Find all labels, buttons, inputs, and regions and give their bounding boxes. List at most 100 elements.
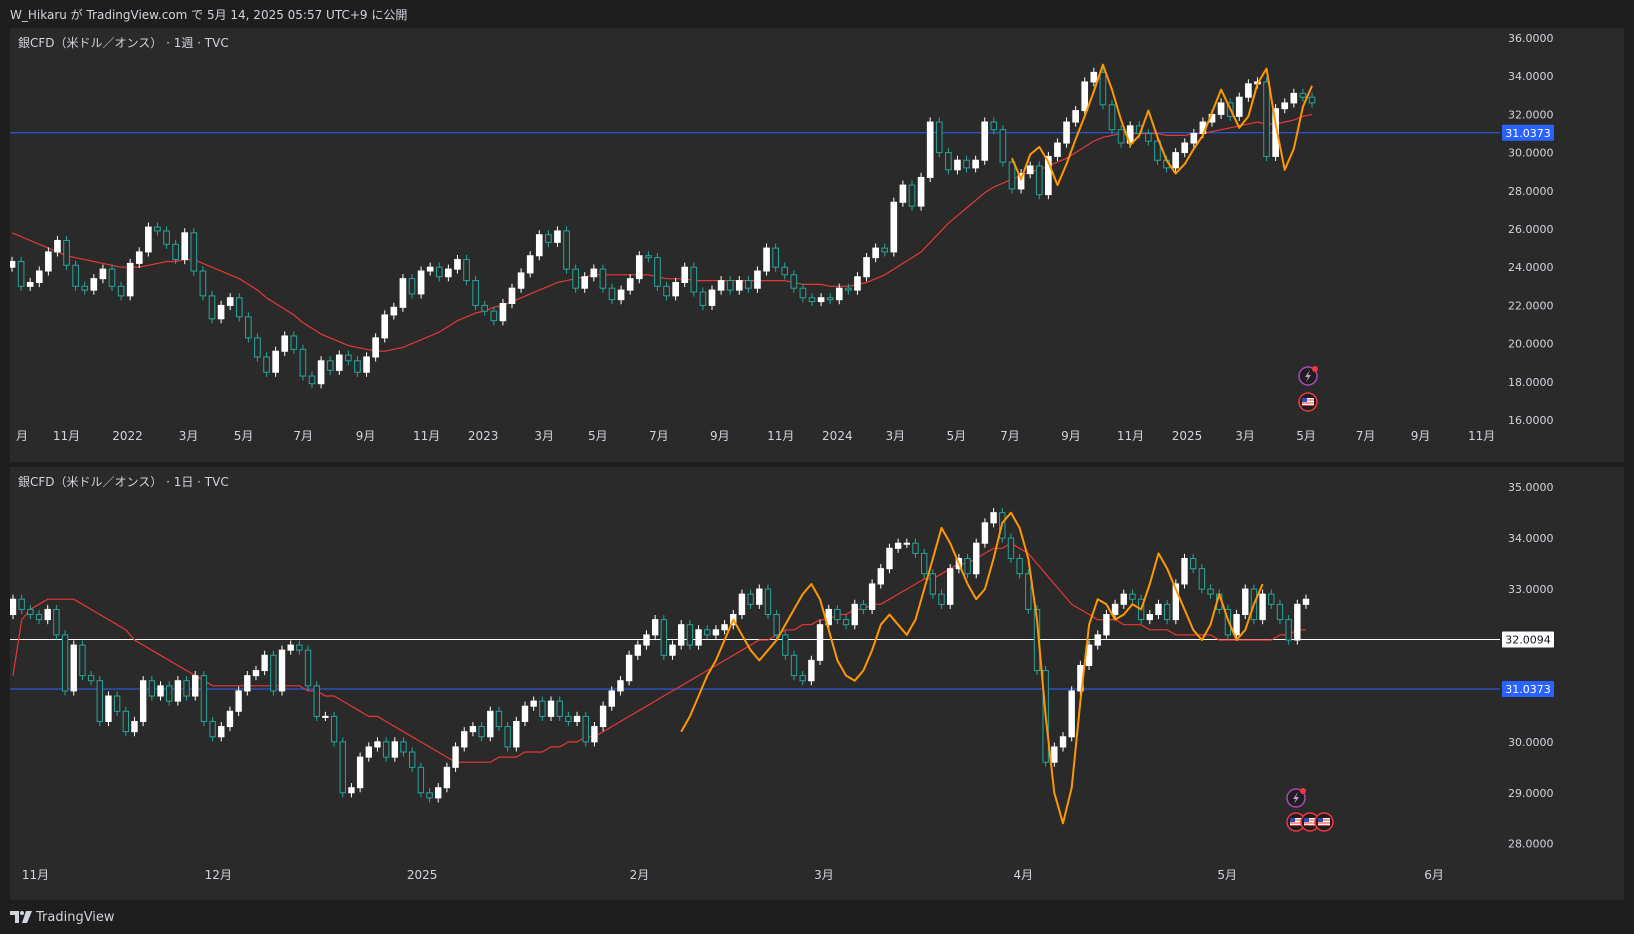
zigzag-line <box>680 511 1264 825</box>
candle-body <box>608 690 615 707</box>
footer-brand: TradingView <box>36 909 115 925</box>
candle-body <box>645 255 652 259</box>
x-tick-label: 7月 <box>649 429 669 443</box>
candle-body <box>747 593 754 605</box>
weekly-chart-pane[interactable]: 36.0000 34.0000 32.0000 30.0000 28.0000 26.00… <box>10 28 1624 462</box>
candle-body <box>1242 588 1249 616</box>
candle-body <box>1299 92 1307 98</box>
weekly-chart-svg[interactable]: 36.0000 34.0000 32.0000 30.0000 28.0000 26.00… <box>10 28 1624 462</box>
x-tick-label: 2023 <box>468 429 499 443</box>
candle-body <box>454 259 461 270</box>
candle-body <box>835 287 843 301</box>
candle-body <box>1245 83 1252 98</box>
candle-body <box>539 700 546 717</box>
candle-body <box>726 280 734 291</box>
candle-body <box>181 232 189 261</box>
candle-body <box>1189 557 1197 570</box>
candle-body <box>263 356 270 373</box>
candle-body <box>1276 603 1284 621</box>
candle-body <box>782 634 789 656</box>
candle-body <box>1308 96 1316 104</box>
candle-body <box>435 787 442 799</box>
candle-body <box>27 608 34 616</box>
candle-body <box>1081 81 1089 112</box>
candle-body <box>490 310 498 322</box>
price-label-text: 31.0373 <box>1505 683 1551 696</box>
candle-body <box>1099 71 1107 106</box>
candle-body <box>999 129 1007 163</box>
candle-body <box>1290 92 1298 104</box>
candle-body <box>860 603 867 610</box>
candle-body <box>963 159 970 169</box>
candle-body <box>712 629 720 636</box>
candle-body <box>426 266 434 272</box>
weekly-chart-title: 銀CFD（米ドル／オンス） · 1週 · TVC <box>18 36 229 50</box>
candle-body <box>17 260 25 287</box>
daily-chart-svg[interactable]: 35.000034.000033.000032.000031.000030.00… <box>10 467 1624 900</box>
candle-body <box>908 184 916 207</box>
candle-body <box>868 583 876 610</box>
candle-body <box>487 710 494 738</box>
candle-body <box>660 619 668 656</box>
y-tick-label: 22.0000 <box>1508 299 1554 312</box>
candle-body <box>1181 142 1189 154</box>
x-tick-label: 3月 <box>1235 429 1255 443</box>
candle-body <box>252 670 260 677</box>
candle-body <box>1263 81 1270 157</box>
candle-body <box>1233 614 1240 636</box>
candle-body <box>917 176 925 207</box>
candle-body <box>799 287 807 299</box>
candle-body <box>192 675 199 697</box>
candle-body <box>973 542 980 575</box>
candle-body <box>717 280 725 291</box>
candle-body <box>772 247 779 268</box>
candle-body <box>854 276 861 291</box>
candle-body <box>72 264 79 287</box>
x-tick-label: 7月 <box>1000 429 1020 443</box>
candle-body <box>513 720 520 748</box>
daily-chart-pane[interactable]: 35.000034.000033.000032.000031.000030.00… <box>10 467 1624 900</box>
candle-body <box>556 700 563 717</box>
x-tick-label: 9月 <box>1061 429 1081 443</box>
y-tick-label: 20.0000 <box>1508 338 1554 351</box>
candle-body <box>391 741 399 758</box>
footer: TradingView <box>10 907 115 927</box>
x-tick-label: 3月 <box>814 868 834 882</box>
candle-body <box>1103 614 1110 636</box>
candle-body <box>90 278 98 291</box>
x-tick-label: 11月 <box>767 429 794 443</box>
candle-body <box>599 705 607 728</box>
candle-body <box>417 270 425 295</box>
candle-body <box>521 705 529 722</box>
candle-body <box>10 260 16 268</box>
candle-body <box>929 573 937 595</box>
moving-average-line <box>12 542 1306 763</box>
candle-body <box>235 690 242 712</box>
candle-body <box>526 255 534 274</box>
candle-body <box>481 304 489 312</box>
candle-body <box>469 726 477 733</box>
candle-body <box>135 251 143 264</box>
candle-body <box>672 281 679 297</box>
candle-body <box>745 280 752 289</box>
candle-body <box>399 278 407 308</box>
candle-body <box>704 629 711 636</box>
publish-header: W_Hikaru が TradingView.com で 5月 14, 2025… <box>10 8 408 22</box>
candle-body <box>145 226 152 253</box>
x-tick-label: 5月 <box>234 429 254 443</box>
candle-body <box>1108 104 1116 131</box>
x-tick-label: 7月 <box>1356 429 1376 443</box>
candle-body <box>235 297 243 318</box>
candle-body <box>554 230 561 243</box>
candle-body <box>890 201 898 253</box>
candle-body <box>163 230 170 245</box>
candle-body <box>545 234 552 243</box>
candle-body <box>669 644 676 656</box>
candle-body <box>443 766 451 789</box>
candle-body <box>681 266 689 283</box>
y-tick-label: 30.0000 <box>1508 736 1554 749</box>
candle-body <box>26 281 34 287</box>
candle-body <box>139 680 147 722</box>
candle-body <box>18 598 25 610</box>
candle-body <box>226 297 234 306</box>
